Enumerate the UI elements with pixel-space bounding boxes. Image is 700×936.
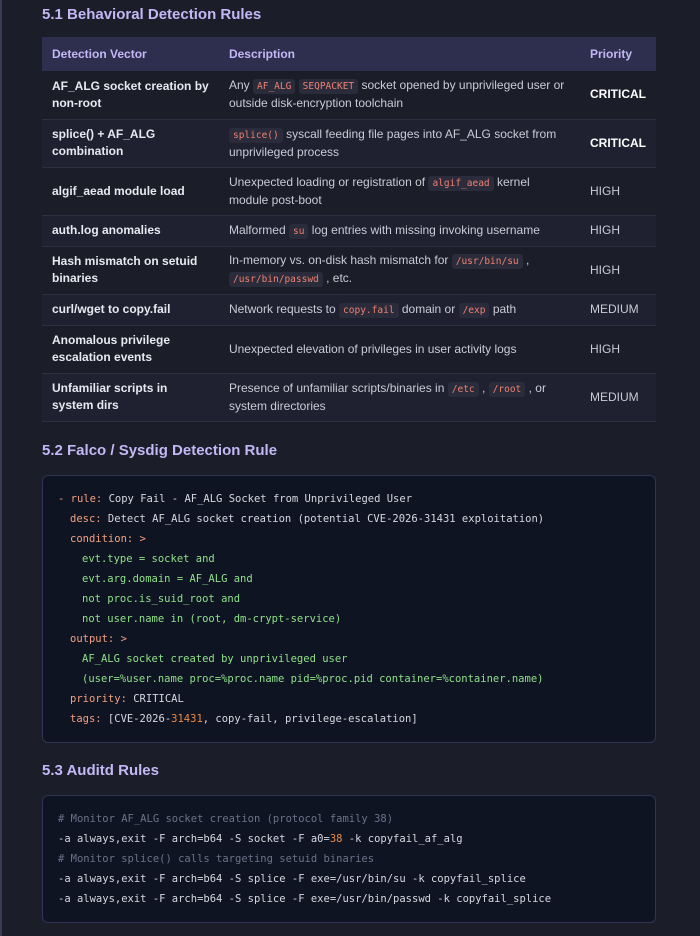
priority-cell: HIGH: [580, 325, 656, 374]
vector-cell: auth.log anomalies: [42, 215, 219, 247]
header-detection-vector: Detection Vector: [42, 37, 219, 71]
priority-cell: HIGH: [580, 167, 656, 216]
description-cell: Unexpected loading or registration of al…: [218, 167, 580, 216]
priority-cell: CRITICAL: [580, 119, 656, 168]
priority-cell: MEDIUM: [580, 373, 656, 422]
section-title-behavioral: 5.1 Behavioral Detection Rules: [42, 6, 262, 23]
table-row: AF_ALG socket creation by non-root Any A…: [42, 71, 656, 120]
priority-cell: MEDIUM: [580, 294, 656, 326]
description-cell: Any AF_ALG SEQPACKET socket opened by un…: [218, 71, 580, 120]
header-description: Description: [218, 37, 580, 71]
section-title-falco: 5.2 Falco / Sysdig Detection Rule: [42, 442, 278, 459]
table-row: auth.log anomalies Malformed su log entr…: [42, 215, 656, 247]
section-title-auditd: 5.3 Auditd Rules: [42, 762, 159, 779]
description-cell: Malformed su log entries with missing in…: [218, 215, 580, 247]
table-row: Hash mismatch on setuid binaries In-memo…: [42, 246, 656, 295]
description-cell: In-memory vs. on-disk hash mismatch for …: [218, 246, 580, 295]
table-row: splice() + AF_ALG combination splice() s…: [42, 119, 656, 168]
description-cell: splice() syscall feeding file pages into…: [218, 119, 580, 168]
table-row: curl/wget to copy.fail Network requests …: [42, 294, 656, 326]
vector-cell: algif_aead module load: [42, 167, 219, 216]
document-page: 5.1 Behavioral Detection Rules Detection…: [0, 0, 700, 936]
priority-cell: HIGH: [580, 215, 656, 247]
table-row: Unfamiliar scripts in system dirs Presen…: [42, 373, 656, 422]
vector-cell: splice() + AF_ALG combination: [42, 119, 219, 168]
table-row: Anomalous privilege escalation events Un…: [42, 325, 656, 374]
detection-table: Detection Vector Description Priority AF…: [42, 37, 656, 422]
auditd-code-block[interactable]: # Monitor AF_ALG socket creation (protoc…: [42, 795, 656, 923]
falco-code-block[interactable]: - rule: Copy Fail - AF_ALG Socket from U…: [42, 475, 656, 743]
priority-cell: HIGH: [580, 246, 656, 295]
priority-cell: CRITICAL: [580, 71, 656, 120]
vector-cell: Hash mismatch on setuid binaries: [42, 246, 219, 295]
vector-cell: Anomalous privilege escalation events: [42, 325, 219, 374]
table-header-row: Detection Vector Description Priority: [42, 37, 656, 71]
vector-cell: curl/wget to copy.fail: [42, 294, 219, 326]
description-cell: Unexpected elevation of privileges in us…: [218, 325, 580, 374]
description-cell: Presence of unfamiliar scripts/binaries …: [218, 373, 580, 422]
vector-cell: AF_ALG socket creation by non-root: [42, 71, 219, 120]
table-row: algif_aead module load Unexpected loadin…: [42, 167, 656, 216]
vector-cell: Unfamiliar scripts in system dirs: [42, 373, 219, 422]
header-priority: Priority: [580, 37, 656, 71]
left-border: [0, 0, 2, 936]
description-cell: Network requests to copy.fail domain or …: [218, 294, 580, 326]
